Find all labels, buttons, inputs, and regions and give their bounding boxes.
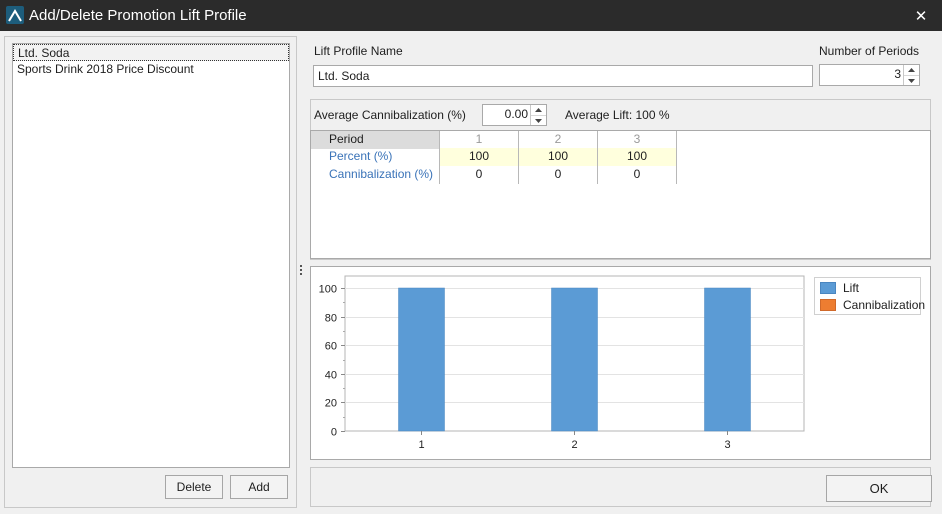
grid-cell[interactable]: 100 [440, 148, 519, 166]
average-cannibalization-value: 0.00 [504, 107, 528, 121]
lift-profile-name-input[interactable]: Ltd. Soda [313, 65, 813, 87]
x-tick-label: 1 [418, 439, 424, 451]
grid-cell[interactable]: 0 [519, 166, 598, 184]
average-cannibalization-label: Average Cannibalization (%) [314, 108, 466, 122]
grid-cell[interactable]: 100 [598, 148, 677, 166]
bar-lift [704, 287, 751, 432]
grid-column-header[interactable]: 3 [598, 131, 677, 149]
title-bar: Add/Delete Promotion Lift Profile ✕ [0, 0, 942, 31]
bar-lift [398, 287, 445, 432]
grid-cell[interactable]: 0 [440, 166, 519, 184]
lift-profile-name-label: Lift Profile Name [314, 44, 403, 58]
grid-corner-header: Period [311, 131, 440, 149]
y-tick-label: 60 [325, 341, 337, 353]
average-cannibalization-stepper[interactable]: 0.00 [482, 104, 547, 126]
grid-row-header: Percent (%) [311, 148, 440, 166]
y-tick-label: 100 [319, 284, 337, 296]
increment-button[interactable] [531, 105, 546, 115]
ok-button[interactable]: OK [826, 475, 932, 502]
chevron-down-icon [535, 118, 542, 123]
number-of-periods-stepper[interactable]: 3 [819, 64, 920, 86]
add-button[interactable]: Add [230, 475, 288, 499]
dialog-footer: OK [310, 467, 932, 507]
window-title: Add/Delete Promotion Lift Profile [29, 7, 247, 24]
bar-lift [551, 287, 598, 432]
y-tick-label: 20 [325, 398, 337, 410]
close-button[interactable]: ✕ [908, 3, 934, 29]
legend-label-lift: Lift [843, 281, 860, 295]
legend-swatch-lift [820, 282, 836, 294]
increment-button[interactable] [904, 65, 919, 75]
close-icon: ✕ [914, 8, 928, 25]
x-tick-label: 2 [571, 439, 577, 451]
x-tick-label: 3 [724, 439, 730, 451]
y-tick-label: 80 [325, 313, 337, 325]
profile-panel: Ltd. Soda Sports Drink 2018 Price Discou… [4, 36, 297, 508]
y-tick-label: 40 [325, 370, 337, 382]
splitter-handle[interactable] [300, 265, 303, 279]
number-of-periods-value: 3 [894, 67, 901, 81]
delete-button[interactable]: Delete [165, 475, 223, 499]
grid-column-header[interactable]: 1 [440, 131, 519, 149]
app-logo-icon [6, 6, 24, 24]
profile-list[interactable]: Ltd. Soda Sports Drink 2018 Price Discou… [12, 43, 290, 468]
legend-swatch-cannibalization [820, 299, 836, 311]
grid-row-percent: Percent (%) 100 100 100 [311, 148, 677, 166]
legend-item-cannibalization: Cannibalization [820, 298, 925, 312]
profile-list-item[interactable]: Ltd. Soda [13, 44, 289, 61]
profile-list-item[interactable]: Sports Drink 2018 Price Discount [13, 61, 289, 78]
grid-cell[interactable]: 100 [519, 148, 598, 166]
grid-header-row: Period 1 2 3 [311, 131, 677, 149]
chevron-up-icon [908, 68, 915, 72]
chevron-down-icon [908, 78, 915, 83]
y-tick-label: 0 [331, 427, 337, 439]
grid-row-header: Cannibalization (%) [311, 166, 440, 184]
grid-cell[interactable]: 0 [598, 166, 677, 184]
grid-column-header[interactable]: 2 [519, 131, 598, 149]
decrement-button[interactable] [904, 75, 919, 85]
lift-profile-grid[interactable]: Period 1 2 3 Percent (%) 100 100 100 Can… [310, 130, 931, 259]
chart-legend: Lift Cannibalization [814, 277, 925, 315]
legend-label-cannibalization: Cannibalization [843, 298, 926, 312]
legend-item-lift: Lift [820, 281, 859, 295]
chevron-up-icon [535, 108, 542, 112]
grid-row-cannibalization: Cannibalization (%) 0 0 0 [311, 166, 677, 184]
decrement-button[interactable] [531, 115, 546, 125]
average-lift-text: Average Lift: 100 % [565, 108, 670, 122]
number-of-periods-label: Number of Periods [819, 44, 920, 58]
